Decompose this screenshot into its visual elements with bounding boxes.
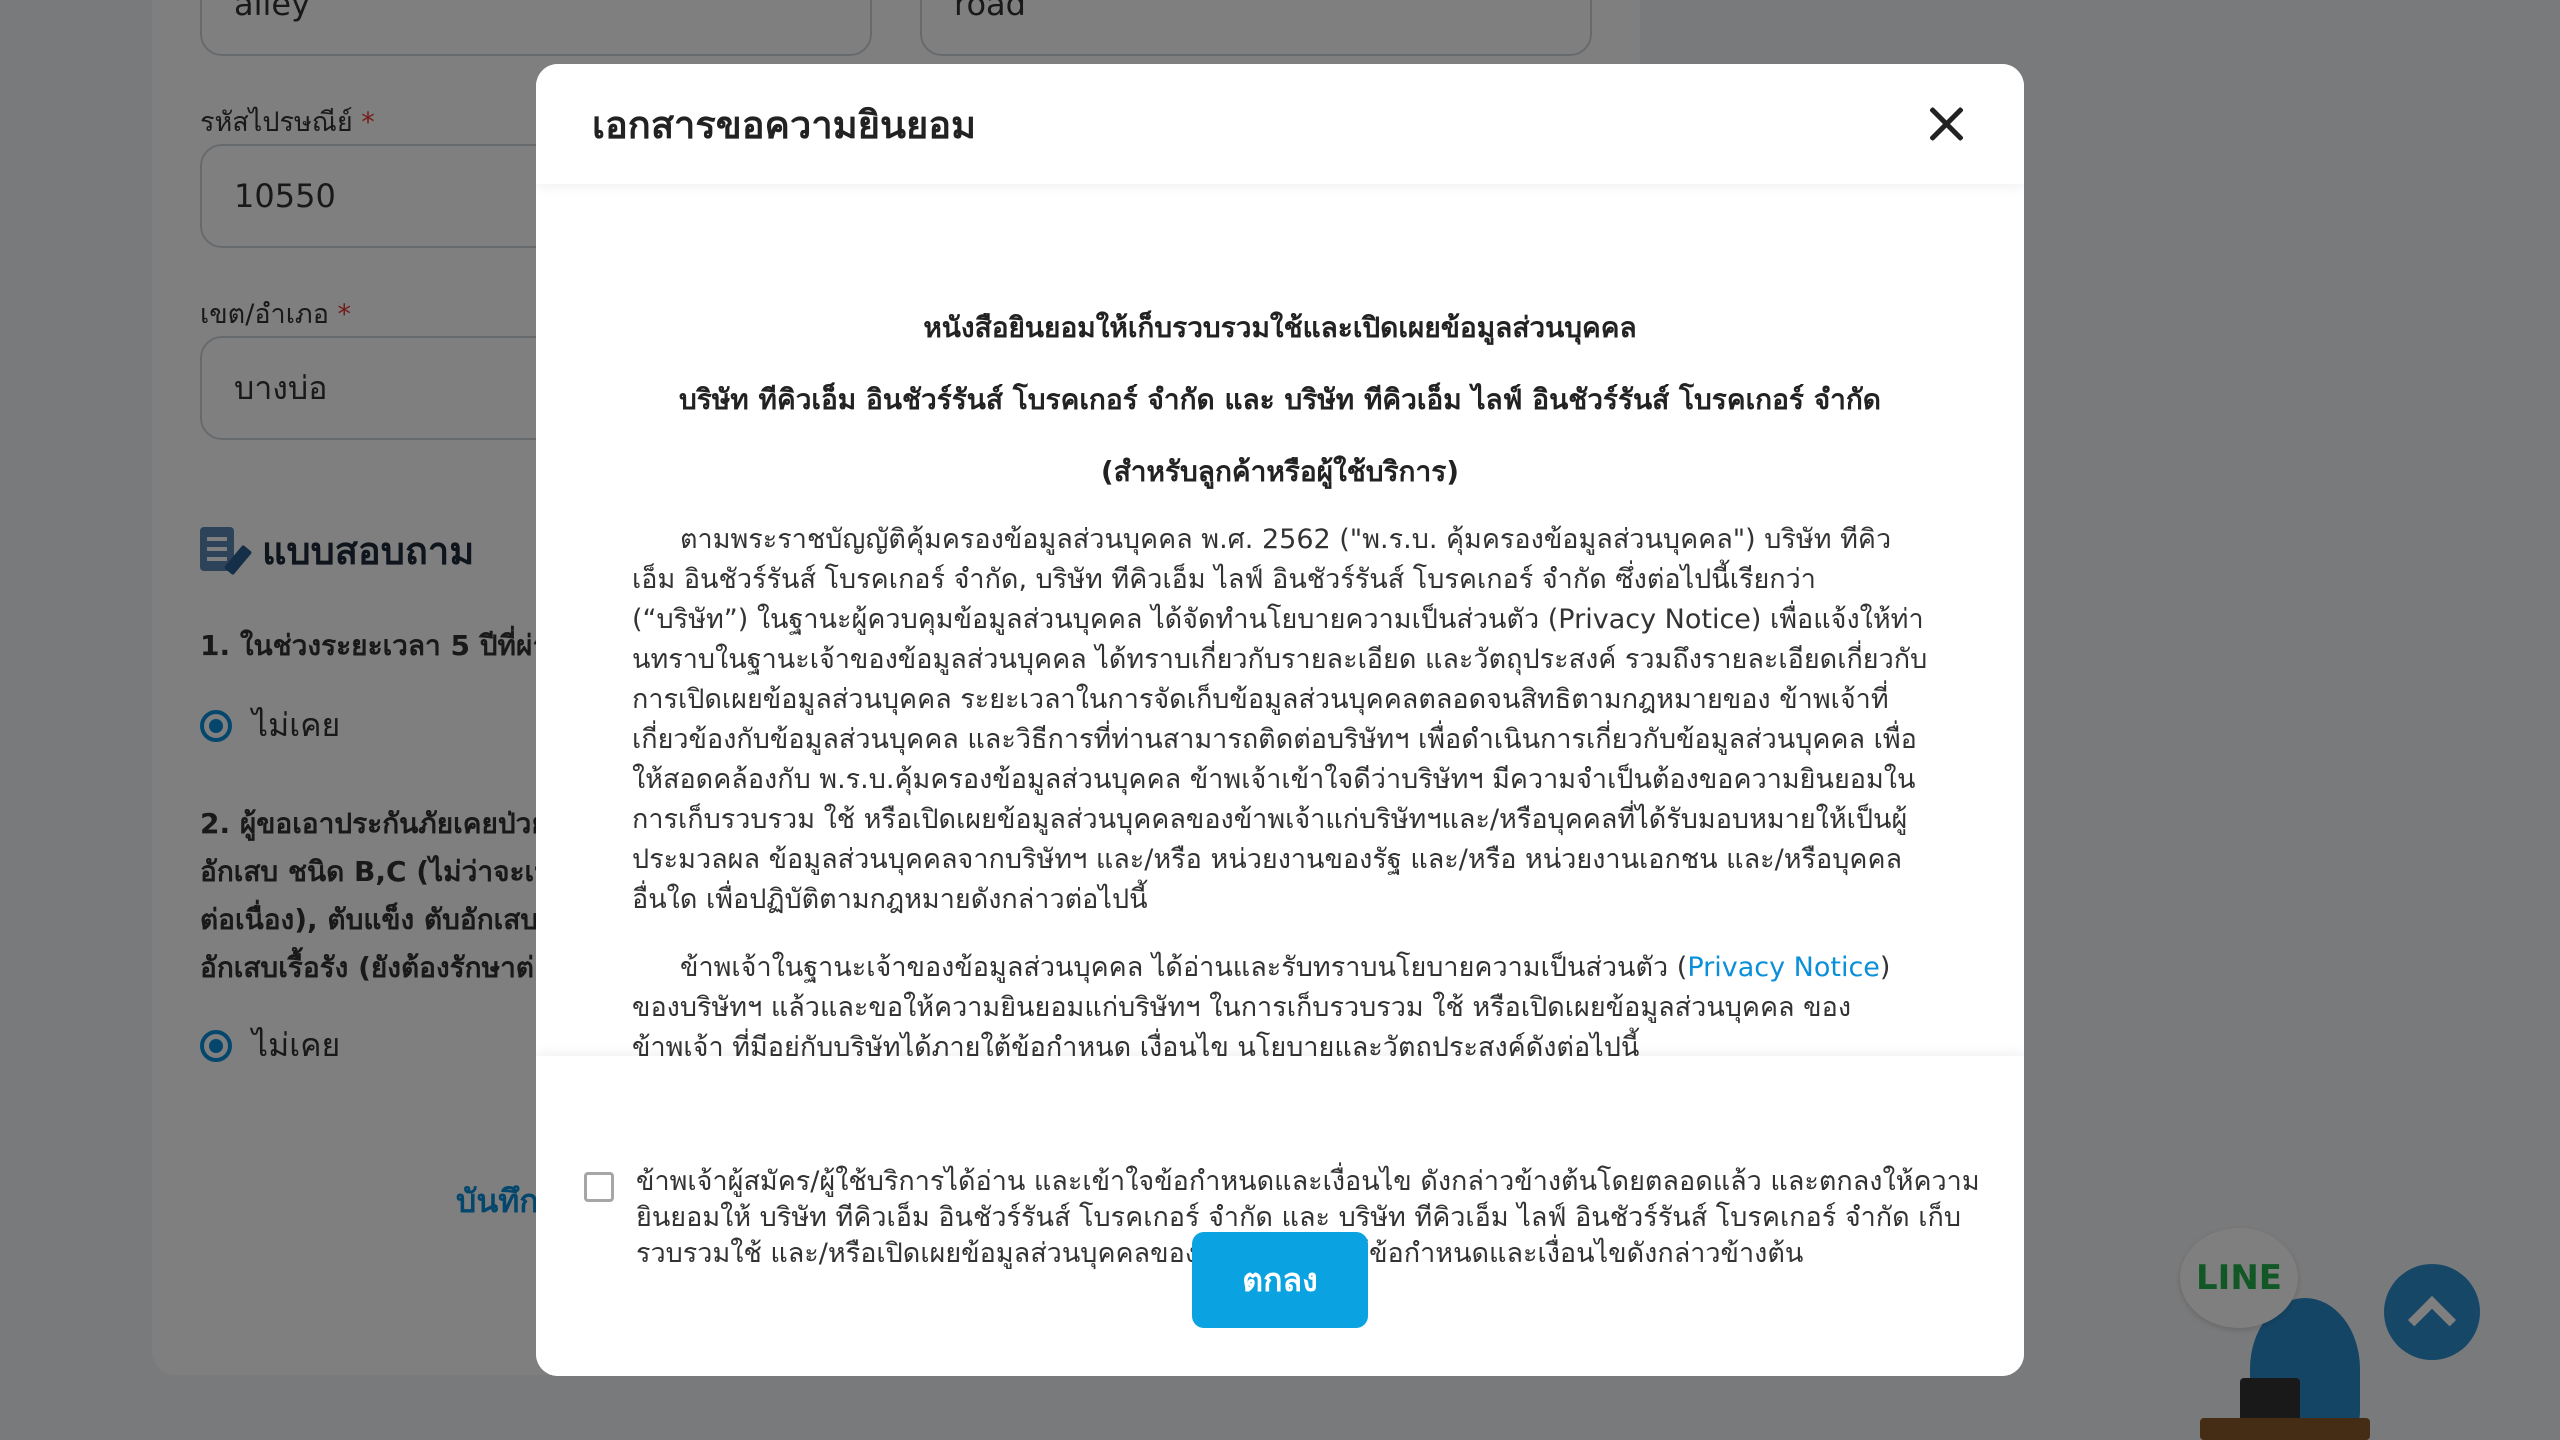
document-heading-3: (สำหรับลูกค้าหรือผู้ใช้บริการ) [1100, 455, 1460, 488]
consent-checkbox[interactable] [584, 1172, 614, 1202]
consent-document[interactable]: หนังสือยินยอมให้เก็บรวบรวมใช้และเปิดเผยข… [536, 184, 2024, 1120]
ok-button[interactable]: ตกลง [1192, 1232, 1368, 1328]
document-paragraph-1: ตามพระราชบัญญัติคุ้มครองข้อมูลส่วนบุคคล … [632, 524, 1928, 915]
document-heading-1: หนังสือยินยอมให้เก็บรวบรวมใช้และเปิดเผยข… [923, 311, 1637, 344]
modal-header: เอกสารขอความยินยอม [536, 64, 2024, 184]
document-heading-2: บริษัท ทีคิวเอ็ม อินชัวร์รันส์ โบรคเกอร์… [679, 383, 1881, 416]
close-icon[interactable] [1924, 102, 1968, 146]
document-paragraph-2: ข้าพเจ้าในฐานะเจ้าของข้อมูลส่วนบุคคล ได้… [632, 952, 1891, 1063]
consent-modal: เอกสารขอความยินยอม หนังสือยินยอมให้เก็บร… [536, 64, 2024, 1376]
modal-footer: ข้าพเจ้าผู้สมัคร/ผู้ใช้บริการได้อ่าน และ… [536, 1056, 2024, 1376]
modal-title: เอกสารขอความยินยอม [592, 102, 977, 147]
privacy-notice-link[interactable]: Privacy Notice [1687, 952, 1880, 983]
